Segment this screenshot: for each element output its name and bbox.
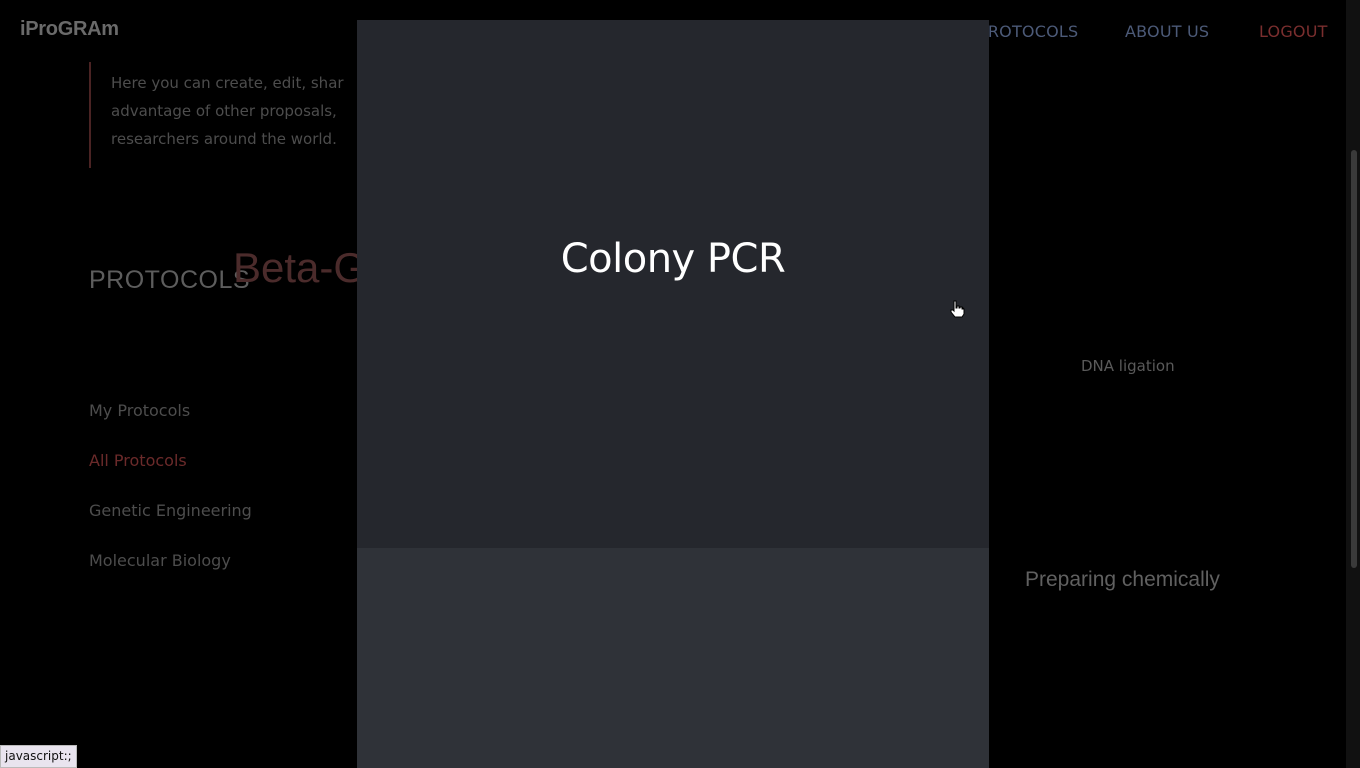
sidebar-item-genetic-engineering[interactable]: Genetic Engineering: [89, 501, 252, 520]
modal-header-panel[interactable]: Colony PCR: [357, 20, 989, 548]
protocol-card-title[interactable]: DNA ligation: [1081, 357, 1175, 375]
page-scrollbar[interactable]: [1346, 0, 1360, 768]
card-title-peek: Beta-G: [233, 244, 357, 291]
hand-pointer-icon: [950, 300, 965, 318]
brand-logo[interactable]: iProGRAm: [20, 18, 119, 41]
sidebar-item-all-protocols[interactable]: All Protocols: [89, 451, 187, 470]
sidebar-item-my-protocols[interactable]: My Protocols: [89, 401, 190, 420]
sidebar-item-molecular-biology[interactable]: Molecular Biology: [89, 551, 231, 570]
intro-blockquote: Here you can create, edit, shar advantag…: [89, 62, 359, 168]
nav-logout-link[interactable]: LOGOUT: [1259, 22, 1328, 41]
browser-status-bar: javascript:;: [0, 745, 77, 768]
sidebar-title: PROTOCOLS: [89, 266, 251, 294]
scrollbar-thumb[interactable]: [1351, 150, 1357, 568]
intro-line: researchers around the world.: [111, 130, 337, 148]
intro-line: advantage of other proposals,: [111, 102, 337, 120]
nav-protocols-link[interactable]: PROTOCOLS: [978, 22, 1078, 41]
modal-title: Colony PCR: [560, 236, 786, 282]
protocol-card-title[interactable]: Preparing chemically: [1025, 568, 1220, 592]
protocol-modal: Colony PCR: [357, 20, 989, 768]
nav-about-us-link[interactable]: ABOUT US: [1125, 22, 1209, 41]
intro-line: Here you can create, edit, shar: [111, 74, 344, 92]
